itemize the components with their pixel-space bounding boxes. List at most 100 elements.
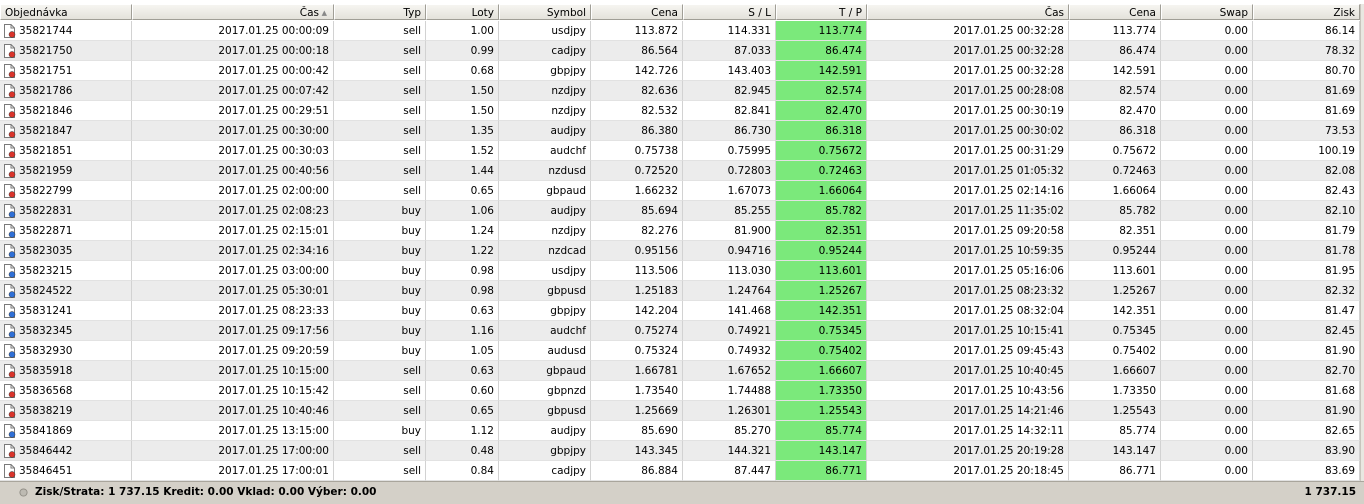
header-order[interactable]: Objednávka [0,4,132,20]
cell-type: buy [334,321,426,341]
cell-close-price: 1.25543 [1069,401,1161,421]
cell-close-time: 2017.01.25 14:32:11 [867,421,1069,441]
cell-swap: 0.00 [1161,421,1253,441]
table-row[interactable]: 35821750 2017.01.25 00:00:18 sell 0.99 cadjp… [0,41,1364,61]
cell-open-time: 2017.01.25 08:23:33 [132,301,334,321]
cell-swap: 0.00 [1161,141,1253,161]
buy-order-icon [4,344,16,358]
cell-symbol: cadjpy [499,461,591,481]
table-row[interactable]: 35841869 2017.01.25 13:15:00 buy 1.12 audjpy… [0,421,1364,441]
cell-symbol: audjpy [499,421,591,441]
header-stop-loss[interactable]: S / L [683,4,776,20]
cell-close-time: 2017.01.25 11:35:02 [867,201,1069,221]
header-profit[interactable]: Zisk [1253,4,1360,20]
table-row[interactable]: 35846451 2017.01.25 17:00:01 sell 0.84 cadjp… [0,461,1364,481]
header-label: T / P [839,7,862,19]
cell-open-time: 2017.01.25 02:00:00 [132,181,334,201]
account-history-grid: Objednávka Čas ▲ Typ Loty Symbol Cena S / LT / … [0,0,1364,504]
cell-lots: 1.05 [426,341,499,361]
cell-swap: 0.00 [1161,281,1253,301]
cell-type: sell [334,361,426,381]
cell-close-time: 2017.01.25 20:19:28 [867,441,1069,461]
header-close-time[interactable]: Čas [867,4,1069,20]
cell-lots: 0.48 [426,441,499,461]
table-row[interactable]: 35832930 2017.01.25 09:20:59 buy 1.05 audusd… [0,341,1364,361]
cell-open-price: 82.532 [591,101,683,121]
header-symbol[interactable]: Symbol [499,4,591,20]
table-row[interactable]: 35821786 2017.01.25 00:07:42 sell 1.50 nzdjp… [0,81,1364,101]
header-label: Čas [299,7,319,19]
cell-order: 35821847 [0,121,132,141]
cell-swap: 0.00 [1161,101,1253,121]
cell-take-profit: 143.147 [776,441,867,461]
cell-stop-loss: 141.468 [683,301,776,321]
table-row[interactable]: 35846442 2017.01.25 17:00:00 sell 0.48 gbpjp… [0,441,1364,461]
table-row[interactable]: 35835918 2017.01.25 10:15:00 sell 0.63 gbpau… [0,361,1364,381]
cell-close-price: 1.66607 [1069,361,1161,381]
buy-order-icon [4,304,16,318]
cell-type: sell [334,161,426,181]
table-row[interactable]: 35821959 2017.01.25 00:40:56 sell 1.44 nzdus… [0,161,1364,181]
cell-take-profit: 0.95244 [776,241,867,261]
table-row[interactable]: 35822871 2017.01.25 02:15:01 buy 1.24 nzdjpy… [0,221,1364,241]
cell-order: 35822831 [0,201,132,221]
table-row[interactable]: 35823215 2017.01.25 03:00:00 buy 0.98 usdjpy… [0,261,1364,281]
cell-type: sell [334,401,426,421]
cell-stop-loss: 0.75995 [683,141,776,161]
order-id: 35836568 [19,385,73,397]
vertical-scrollbar[interactable] [1360,4,1364,481]
cell-lots: 0.65 [426,401,499,421]
cell-symbol: nzdusd [499,161,591,181]
table-row[interactable]: 35823035 2017.01.25 02:34:16 buy 1.22 nzdcad… [0,241,1364,261]
cell-stop-loss: 82.945 [683,81,776,101]
header-type[interactable]: Typ [334,4,426,20]
cell-stop-loss: 87.447 [683,461,776,481]
buy-order-icon [4,284,16,298]
cell-order: 35835918 [0,361,132,381]
cell-profit: 81.69 [1253,101,1360,121]
cell-lots: 1.24 [426,221,499,241]
table-row[interactable]: 35838219 2017.01.25 10:40:46 sell 0.65 gbpus… [0,401,1364,421]
cell-close-time: 2017.01.25 10:15:41 [867,321,1069,341]
cell-profit: 81.69 [1253,81,1360,101]
cell-take-profit: 1.66607 [776,361,867,381]
table-row[interactable]: 35832345 2017.01.25 09:17:56 buy 1.16 audchf… [0,321,1364,341]
table-row[interactable]: 35821851 2017.01.25 00:30:03 sell 1.52 audch… [0,141,1364,161]
cell-profit: 86.14 [1253,21,1360,41]
cell-close-price: 86.771 [1069,461,1161,481]
cell-take-profit: 142.351 [776,301,867,321]
header-swap[interactable]: Swap [1161,4,1253,20]
header-take-profit[interactable]: T / P [776,4,867,20]
buy-order-icon [4,244,16,258]
cell-profit: 82.10 [1253,201,1360,221]
cell-open-time: 2017.01.25 10:15:42 [132,381,334,401]
header-open-time[interactable]: Čas ▲ [132,4,334,20]
cell-profit: 81.78 [1253,241,1360,261]
table-row[interactable]: 35821751 2017.01.25 00:00:42 sell 0.68 gbpjp… [0,61,1364,81]
header-close-price[interactable]: Cena [1069,4,1161,20]
summary-text: Zisk/Strata: 1 737.15 Kredit: 0.00 Vklad… [35,486,377,498]
cell-open-price: 86.884 [591,461,683,481]
cell-close-time: 2017.01.25 00:31:29 [867,141,1069,161]
table-row[interactable]: 35831241 2017.01.25 08:23:33 buy 0.63 gbpjpy… [0,301,1364,321]
table-row[interactable]: 35822831 2017.01.25 02:08:23 buy 1.06 audjpy… [0,201,1364,221]
cell-open-price: 0.75324 [591,341,683,361]
cell-order: 35836568 [0,381,132,401]
table-row[interactable]: 35824522 2017.01.25 05:30:01 buy 0.98 gbpusd… [0,281,1364,301]
table-row[interactable]: 35821847 2017.01.25 00:30:00 sell 1.35 audjp… [0,121,1364,141]
cell-symbol: nzdjpy [499,81,591,101]
cell-stop-loss: 86.730 [683,121,776,141]
order-id: 35832345 [19,325,73,337]
cell-type: buy [334,201,426,221]
cell-symbol: audjpy [499,201,591,221]
header-open-price[interactable]: Cena [591,4,683,20]
table-row[interactable]: 35836568 2017.01.25 10:15:42 sell 0.60 gbpnz… [0,381,1364,401]
order-id: 35846451 [19,465,73,477]
cell-type: sell [334,461,426,481]
header-lots[interactable]: Loty [426,4,499,20]
cell-open-time: 2017.01.25 13:15:00 [132,421,334,441]
balance-status-icon [19,488,28,497]
table-row[interactable]: 35822799 2017.01.25 02:00:00 sell 0.65 gbpau… [0,181,1364,201]
table-row[interactable]: 35821744 2017.01.25 00:00:09 sell 1.00 usdjp… [0,21,1364,41]
table-row[interactable]: 35821846 2017.01.25 00:29:51 sell 1.50 nzdjp… [0,101,1364,121]
